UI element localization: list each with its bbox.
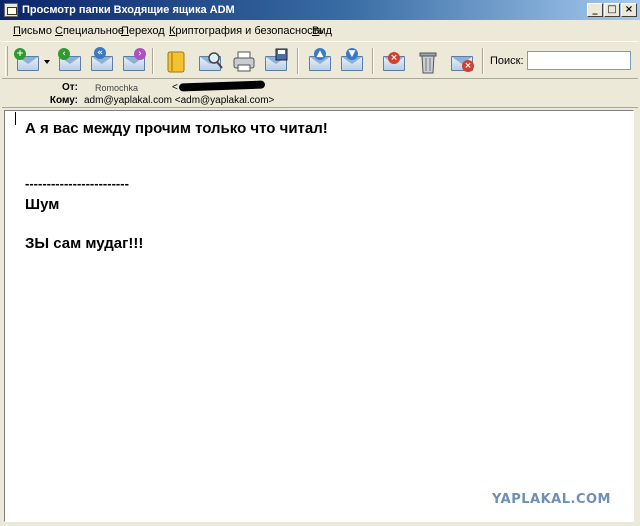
from-name[interactable]: Romochka <box>95 83 138 93</box>
redaction-mark <box>178 80 266 92</box>
forward-button[interactable]: › <box>120 46 148 76</box>
menu-go[interactable]: Переход <box>121 25 165 37</box>
address-book-icon <box>167 51 185 73</box>
trash-icon <box>419 52 437 74</box>
reply-all-arrow-icon: « <box>94 47 106 59</box>
find-button[interactable] <box>196 46 224 76</box>
reply-arrow-icon: ‹ <box>58 48 70 60</box>
message-line: ЗЫ сам мудаг!!! <box>25 235 144 252</box>
floppy-icon <box>275 48 288 61</box>
title-bar[interactable]: Просмотр папки Входящие ящика ADM _ □ × <box>0 0 640 20</box>
toolbar-separator <box>482 48 484 74</box>
new-mail-button[interactable]: + <box>14 46 42 76</box>
message-line: А я вас между прочим только что читал! <box>25 120 328 137</box>
delete-x-icon: × <box>462 60 474 72</box>
print-button[interactable] <box>230 46 258 76</box>
previous-message-button[interactable]: ▲ <box>306 46 334 76</box>
toolbar-separator <box>152 48 154 74</box>
maximize-button[interactable]: □ <box>604 3 620 17</box>
magnifier-icon <box>208 52 223 69</box>
message-body[interactable]: А я вас между прочим только что читал! -… <box>4 110 634 522</box>
toolbar-separator <box>372 48 374 74</box>
to-label: Кому: <box>49 95 78 106</box>
address-book-button[interactable] <box>162 46 190 76</box>
message-divider: ------------------------ <box>25 176 129 191</box>
mark-button[interactable]: × <box>380 46 408 76</box>
mail-viewer-window: Просмотр папки Входящие ящика ADM _ □ × … <box>0 0 640 526</box>
close-button[interactable]: × <box>621 3 637 17</box>
toolbar: + ‹ « › ▲ ▼ × × Поиск: <box>2 41 638 79</box>
search-label: Поиск: <box>490 55 524 67</box>
to-value[interactable]: adm@yaplakal.com <adm@yaplakal.com> <box>84 95 274 106</box>
down-arrow-icon: ▼ <box>346 48 358 60</box>
text-caret <box>15 112 16 125</box>
menu-view[interactable]: Вид <box>312 25 332 37</box>
plus-icon: + <box>14 48 26 60</box>
up-arrow-icon: ▲ <box>314 48 326 60</box>
forward-arrow-icon: › <box>134 48 146 60</box>
menu-crypto[interactable]: Криптография и безопасность <box>169 25 323 37</box>
site-watermark: YAPLAKAL.COM <box>492 492 611 507</box>
red-x-icon: × <box>388 52 400 64</box>
print-icon <box>233 51 255 72</box>
reply-button[interactable]: ‹ <box>56 46 84 76</box>
message-signature: Шум <box>25 196 60 213</box>
new-mail-dropdown[interactable] <box>42 46 52 76</box>
toolbar-grip[interactable] <box>5 46 8 76</box>
save-button[interactable] <box>262 46 290 76</box>
menu-special[interactable]: Специальное <box>55 25 124 37</box>
from-email-bracket: < <box>172 82 178 93</box>
menu-letter[interactable]: Письмо <box>13 25 52 37</box>
trash-button[interactable] <box>414 46 442 76</box>
menu-bar: Письмо Специальное Переход Криптография … <box>0 21 640 41</box>
toolbar-separator <box>297 48 299 74</box>
delete-button[interactable]: × <box>448 46 476 76</box>
mail-app-icon <box>4 3 18 17</box>
from-label: От: <box>61 82 78 93</box>
window-title: Просмотр папки Входящие ящика ADM <box>22 4 235 16</box>
dropdown-arrow-icon <box>44 60 50 64</box>
search-input[interactable] <box>527 51 631 70</box>
minimize-button[interactable]: _ <box>587 3 603 17</box>
reply-all-button[interactable]: « <box>88 46 116 76</box>
next-message-button[interactable]: ▼ <box>338 46 366 76</box>
message-header: От: Romochka < Кому: adm@yaplakal.com <a… <box>2 80 638 108</box>
